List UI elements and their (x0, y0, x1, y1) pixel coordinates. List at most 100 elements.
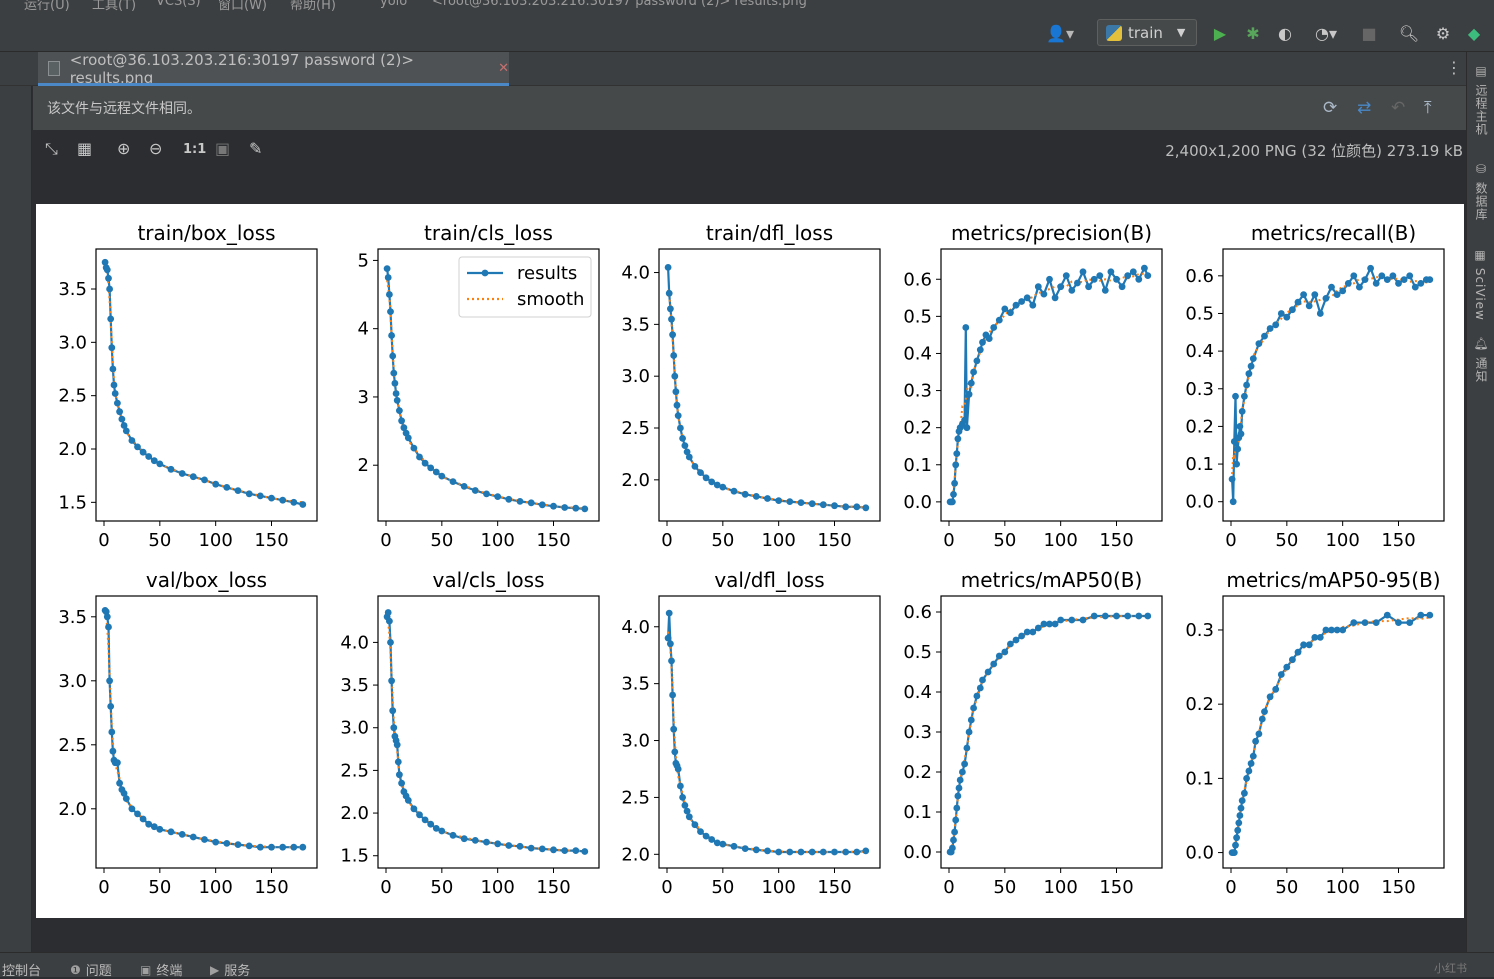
data-point (449, 831, 457, 839)
data-point (677, 782, 684, 790)
x-tick-label: 50 (993, 530, 1016, 551)
data-point (427, 820, 435, 828)
data-point (685, 813, 693, 821)
y-tick-label: 0.2 (903, 762, 932, 783)
y-tick-label: 2.0 (621, 844, 650, 865)
chart-title: train/dfl_loss (706, 221, 833, 245)
menu-tools[interactable]: 工具(T) (92, 0, 136, 13)
data-point (201, 836, 208, 843)
refresh-icon[interactable]: ⟳ (1323, 98, 1337, 118)
data-point (432, 468, 440, 476)
fit-icon[interactable]: ⤡ (45, 139, 58, 159)
y-tick-label: 0.5 (1185, 303, 1214, 324)
chart-title: val/cls_loss (433, 568, 545, 592)
tab-results-png[interactable]: <root@36.103.203.216:30197 password (2)>… (38, 51, 509, 87)
stop-icon[interactable]: ■ (1358, 22, 1380, 44)
menu-run[interactable]: 运行(U) (24, 0, 70, 13)
zoom-in-icon[interactable]: ⊕ (117, 139, 130, 158)
sciview-tab[interactable]: ▦ SciView (1473, 248, 1487, 321)
legend-smooth-label: smooth (517, 289, 584, 310)
y-tick-label: 2.5 (58, 735, 87, 756)
data-point (1232, 841, 1239, 849)
data-point (951, 828, 958, 836)
data-point (110, 381, 118, 389)
y-tick-label: 3.5 (621, 674, 650, 695)
fit-screen-icon[interactable]: ▣ (215, 139, 230, 158)
data-point (1356, 283, 1363, 291)
revert-icon[interactable]: ↶ (1391, 98, 1405, 118)
y-tick-label: 0.1 (1185, 454, 1214, 475)
coverage-icon[interactable]: ◐ (1274, 22, 1296, 44)
close-icon[interactable]: ✕ (498, 61, 509, 76)
data-point (189, 473, 197, 481)
compare-icon[interactable]: ⇄ (1357, 98, 1371, 118)
search-icon[interactable]: 🔍︎ (1398, 22, 1420, 44)
notifications-tab[interactable]: 🔔︎ 通知 (1473, 336, 1490, 383)
services-tab[interactable]: ▶ 服务 (210, 960, 250, 979)
data-point (178, 831, 186, 838)
database-tab[interactable]: ⛁ 数据库 (1473, 162, 1490, 221)
actual-size-icon[interactable]: 1:1 (183, 142, 206, 157)
color-picker-icon[interactable]: ✎ (249, 139, 262, 158)
data-point (421, 459, 429, 467)
data-point (438, 827, 446, 835)
data-point (1085, 283, 1092, 291)
problems-tab[interactable]: ❶ 问题 (70, 960, 112, 979)
data-point (1007, 640, 1014, 648)
data-point (665, 609, 673, 617)
data-point (1339, 287, 1347, 295)
menu-help[interactable]: 帮助(H) (290, 0, 336, 13)
data-point (1141, 264, 1148, 272)
legend-results-label: results (517, 263, 577, 284)
data-point (702, 474, 710, 482)
more-options-icon[interactable]: ⋮ (1446, 58, 1462, 77)
remote-host-tab[interactable]: ▤ 远程主机 (1473, 64, 1490, 136)
user-icon[interactable]: 👤▾ (1044, 22, 1076, 44)
upload-icon[interactable]: ⤒ (1424, 98, 1432, 118)
data-point (1124, 612, 1132, 620)
data-point (109, 365, 117, 373)
data-point (116, 779, 123, 787)
chart-panel: metrics/recall(B) 0 50 100 150 0.0 0.1 0.2 0.3 0.… (1185, 221, 1445, 551)
data-point (128, 437, 136, 444)
data-point (1243, 775, 1250, 782)
console-tab[interactable]: 控制台 (2, 960, 41, 979)
menu-window[interactable]: 窗口(W) (218, 0, 267, 13)
data-point (1241, 392, 1248, 400)
data-point (1252, 737, 1259, 745)
data-point (1057, 283, 1065, 291)
grid-icon[interactable]: ▦ (77, 139, 92, 158)
left-tool-stripe (0, 52, 32, 952)
menu-vcs[interactable]: VCS(S) (156, 0, 201, 9)
chart-legend: results smooth (458, 256, 592, 318)
data-point (1068, 616, 1076, 624)
data-point (494, 493, 502, 500)
data-point (550, 502, 557, 510)
data-point (954, 435, 962, 443)
run-config-selector[interactable]: train ▼ (1097, 19, 1197, 46)
settings-icon[interactable]: ⚙ (1432, 22, 1454, 44)
data-point (386, 291, 393, 298)
zoom-out-icon[interactable]: ⊖ (149, 139, 162, 158)
debug-icon[interactable]: ✱ (1242, 22, 1264, 44)
data-point (460, 483, 468, 490)
x-tick-label: 100 (480, 877, 514, 898)
data-point (387, 308, 394, 315)
data-point (819, 501, 827, 509)
terminal-tab[interactable]: ▣ 终端 (140, 960, 182, 979)
data-point (1079, 616, 1087, 624)
profile-icon[interactable]: ◔▾ (1306, 22, 1346, 44)
data-point (667, 640, 674, 648)
data-point (671, 748, 679, 756)
data-point (109, 747, 117, 755)
plugin-icon[interactable]: ◆ (1463, 22, 1485, 44)
data-point (959, 768, 966, 776)
data-point (299, 843, 307, 851)
data-point (786, 848, 794, 856)
data-point (268, 843, 275, 851)
data-point (1062, 272, 1070, 279)
data-point (853, 503, 861, 511)
x-tick-label: 0 (98, 530, 109, 551)
data-point (951, 479, 958, 487)
run-icon[interactable]: ▶ (1209, 22, 1231, 44)
